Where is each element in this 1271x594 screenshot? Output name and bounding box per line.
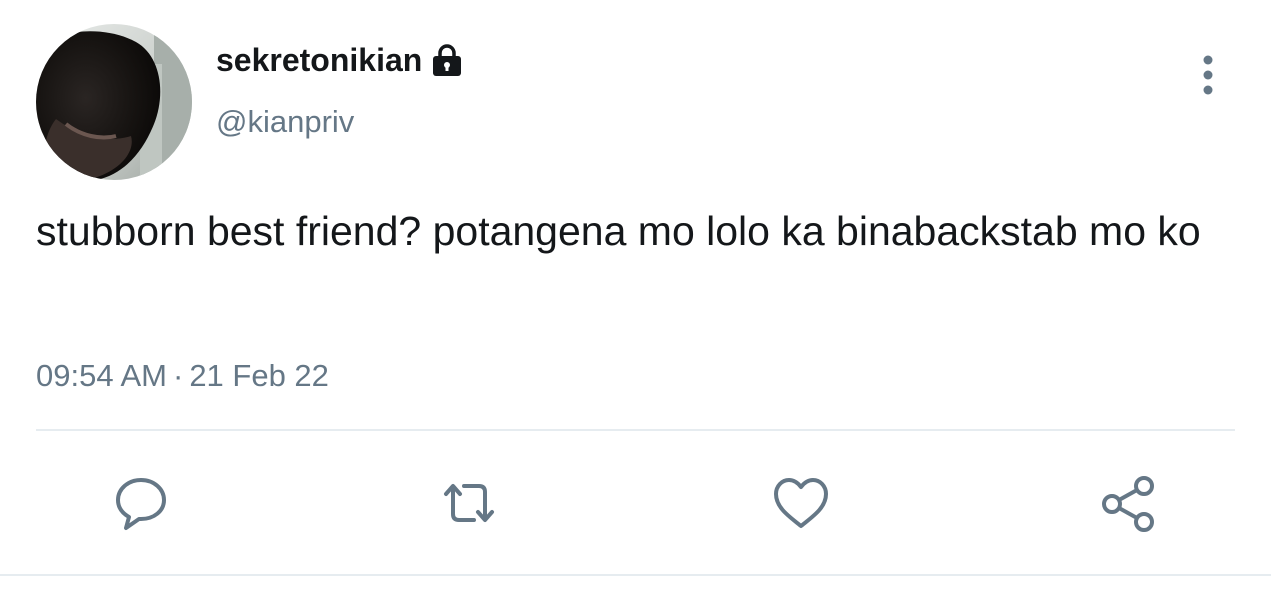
more-options-button[interactable] (1188, 52, 1228, 98)
divider (36, 429, 1235, 431)
share-icon (1102, 476, 1154, 532)
reply-icon (116, 478, 166, 530)
share-button[interactable] (1098, 472, 1160, 534)
user-handle[interactable]: @kianpriv (216, 102, 354, 142)
retweet-button[interactable] (438, 472, 500, 534)
like-button[interactable] (770, 472, 832, 534)
tweet-text: stubborn best friend? potangena mo lolo … (36, 208, 1201, 254)
meta-separator: · (172, 358, 184, 393)
more-vertical-icon (1203, 55, 1213, 95)
display-name[interactable]: sekretonikian (216, 40, 422, 80)
bottom-divider (0, 574, 1271, 576)
tweet-timestamp[interactable]: 09:54 AM · 21 Feb 22 (36, 356, 329, 396)
lock-icon (430, 43, 464, 77)
tweet-time: 09:54 AM (36, 358, 167, 393)
tweet-date: 21 Feb 22 (189, 358, 329, 393)
tweet-card: sekretonikian @kianpriv stubborn best fr… (0, 0, 1271, 594)
reply-button[interactable] (110, 472, 172, 534)
heart-icon (774, 478, 828, 528)
display-name-row[interactable]: sekretonikian (216, 40, 464, 80)
profile-photo (36, 24, 192, 180)
retweet-icon (444, 484, 494, 522)
avatar[interactable] (36, 24, 192, 180)
